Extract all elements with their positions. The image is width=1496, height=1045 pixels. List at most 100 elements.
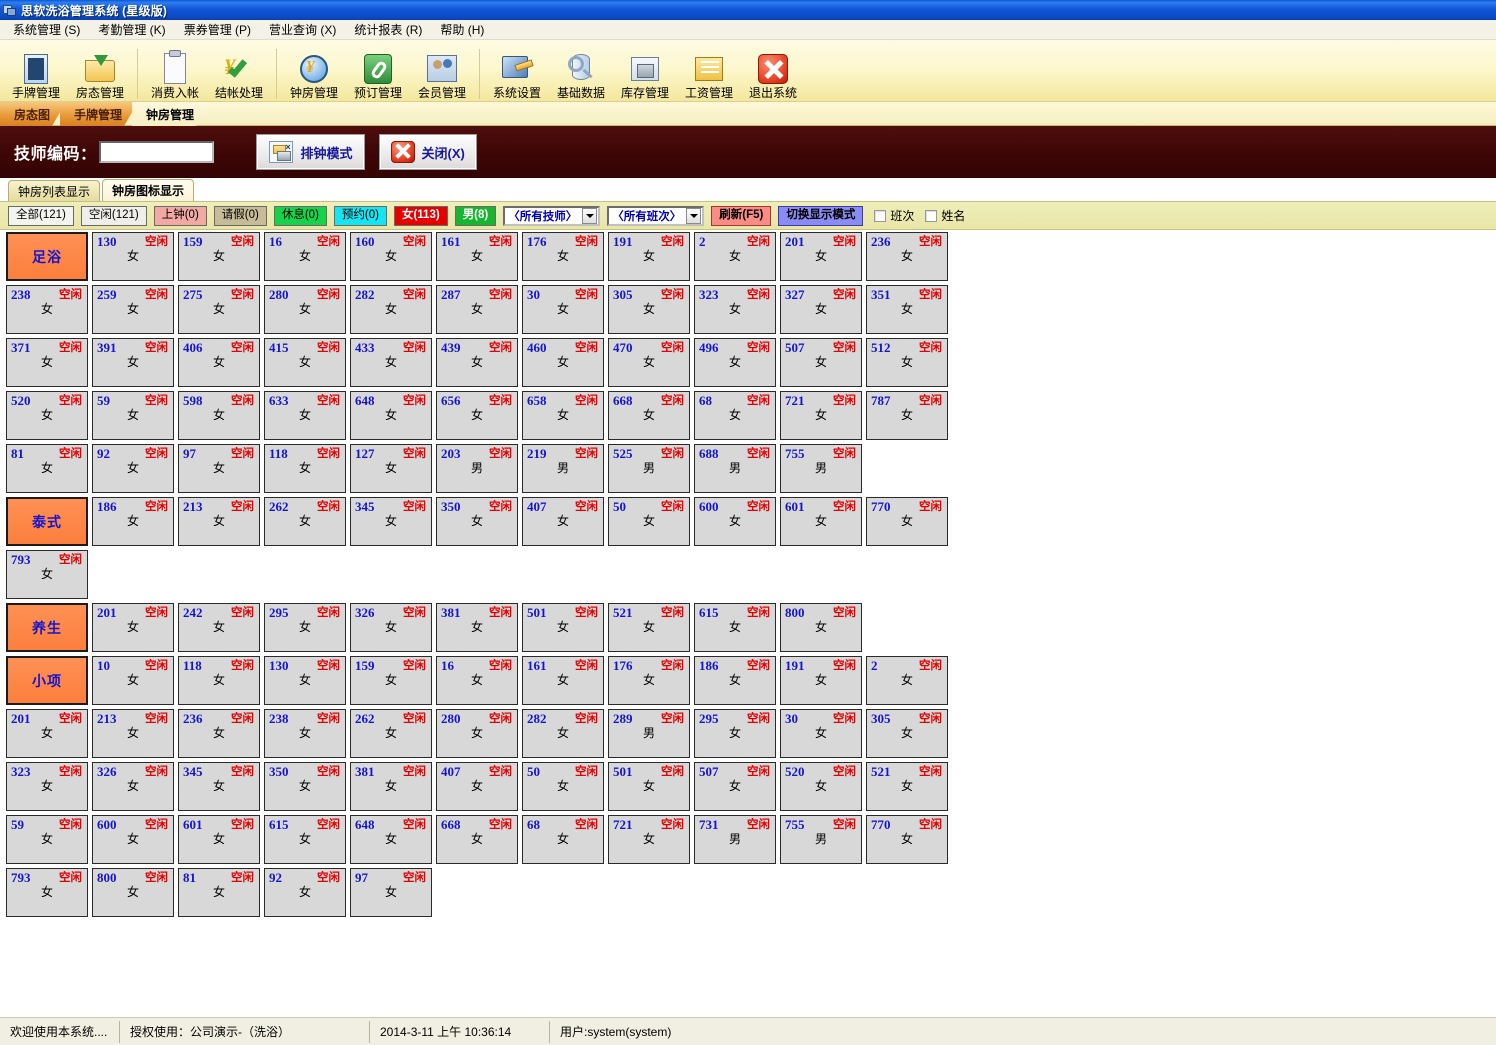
technician-card[interactable]: 236 空闲女: [866, 232, 948, 281]
technician-card[interactable]: 507 空闲女: [780, 338, 862, 387]
refresh-button[interactable]: 刷新(F5): [711, 205, 772, 226]
filter-button-all[interactable]: 全部(121): [8, 205, 74, 226]
filter-button-booked[interactable]: 预约(0): [333, 205, 387, 226]
category-header-小项[interactable]: 小项: [6, 656, 88, 705]
technician-card[interactable]: 289 空闲男: [608, 709, 690, 758]
technician-card[interactable]: 648 空闲女: [350, 391, 432, 440]
toggle-display-mode-button[interactable]: 切换显示模式: [778, 205, 864, 226]
technician-card[interactable]: 236 空闲女: [178, 709, 260, 758]
subtab-list-view[interactable]: 钟房列表显示: [8, 180, 101, 201]
technician-card[interactable]: 16 空闲女: [436, 656, 518, 705]
technician-card[interactable]: 391 空闲女: [92, 338, 174, 387]
menu-item-report[interactable]: 统计报表 (R): [345, 19, 431, 40]
technician-card[interactable]: 81 空闲女: [178, 868, 260, 917]
schedule-mode-button[interactable]: × 排钟模式: [255, 134, 365, 170]
technician-card[interactable]: 350 空闲女: [264, 762, 346, 811]
technician-code-input[interactable]: [98, 141, 214, 163]
filter-button-leave[interactable]: 请假(0): [213, 205, 267, 226]
technician-card[interactable]: 191 空闲女: [608, 232, 690, 281]
toolbar-button-consume-entry[interactable]: 消费入帐: [143, 43, 207, 101]
technician-card[interactable]: 2 空闲女: [866, 656, 948, 705]
technician-card[interactable]: 507 空闲女: [694, 762, 776, 811]
technician-card[interactable]: 648 空闲女: [350, 815, 432, 864]
technician-card[interactable]: 770 空闲女: [866, 497, 948, 546]
technician-card[interactable]: 668 空闲女: [608, 391, 690, 440]
technician-card[interactable]: 407 空闲女: [436, 762, 518, 811]
menu-item-system[interactable]: 系统管理 (S): [4, 19, 89, 40]
technician-card[interactable]: 50 空闲女: [608, 497, 690, 546]
filter-button-male[interactable]: 男(8): [454, 205, 497, 226]
technician-card[interactable]: 800 空闲女: [92, 868, 174, 917]
technician-card[interactable]: 97 空闲女: [178, 444, 260, 493]
tab-hand-card[interactable]: 手牌管理: [60, 102, 138, 126]
technician-card[interactable]: 280 空闲女: [264, 285, 346, 334]
technician-card[interactable]: 295 空闲女: [694, 709, 776, 758]
technician-card[interactable]: 601 空闲女: [780, 497, 862, 546]
close-button[interactable]: 关闭(X): [378, 134, 477, 170]
technician-card[interactable]: 439 空闲女: [436, 338, 518, 387]
technician-select[interactable]: 〈所有技师〉: [503, 205, 601, 226]
technician-card[interactable]: 305 空闲女: [608, 285, 690, 334]
toolbar-button-clock-room[interactable]: ¥ 钟房管理: [282, 43, 346, 101]
technician-card[interactable]: 176 空闲女: [522, 232, 604, 281]
tab-room-status[interactable]: 房态图: [0, 102, 66, 126]
technician-card[interactable]: 731 空闲男: [694, 815, 776, 864]
toolbar-button-reservation[interactable]: 预订管理: [346, 43, 410, 101]
technician-card[interactable]: 433 空闲女: [350, 338, 432, 387]
checkbox-shift[interactable]: 班次: [874, 207, 914, 224]
filter-button-rest[interactable]: 休息(0): [273, 205, 327, 226]
technician-card[interactable]: 30 空闲女: [780, 709, 862, 758]
technician-card[interactable]: 305 空闲女: [866, 709, 948, 758]
menu-item-ticket[interactable]: 票券管理 (P): [175, 19, 260, 40]
toolbar-button-inventory[interactable]: 库存管理: [613, 43, 677, 101]
technician-card[interactable]: 10 空闲女: [92, 656, 174, 705]
toolbar-button-system-settings[interactable]: 系统设置: [485, 43, 549, 101]
technician-card[interactable]: 721 空闲女: [608, 815, 690, 864]
technician-card[interactable]: 186 空闲女: [694, 656, 776, 705]
technician-card[interactable]: 287 空闲女: [436, 285, 518, 334]
checkbox-name[interactable]: 姓名: [925, 207, 965, 224]
technician-card[interactable]: 97 空闲女: [350, 868, 432, 917]
technician-card[interactable]: 371 空闲女: [6, 338, 88, 387]
technician-card[interactable]: 350 空闲女: [436, 497, 518, 546]
technician-card[interactable]: 793 空闲女: [6, 550, 88, 599]
technician-card[interactable]: 327 空闲女: [780, 285, 862, 334]
technician-card[interactable]: 280 空闲女: [436, 709, 518, 758]
technician-card[interactable]: 520 空闲女: [6, 391, 88, 440]
technician-card[interactable]: 50 空闲女: [522, 762, 604, 811]
technician-card[interactable]: 92 空闲女: [92, 444, 174, 493]
technician-card[interactable]: 118 空闲女: [264, 444, 346, 493]
technician-card[interactable]: 615 空闲女: [264, 815, 346, 864]
shift-select[interactable]: 〈所有班次〉: [607, 205, 705, 226]
category-header-泰式[interactable]: 泰式: [6, 497, 88, 546]
technician-card[interactable]: 81 空闲女: [6, 444, 88, 493]
technician-card[interactable]: 242 空闲女: [178, 603, 260, 652]
technician-card[interactable]: 59 空闲女: [6, 815, 88, 864]
technician-card[interactable]: 598 空闲女: [178, 391, 260, 440]
tab-clock-room[interactable]: 钟房管理: [132, 102, 210, 126]
technician-card[interactable]: 601 空闲女: [178, 815, 260, 864]
technician-card[interactable]: 2 空闲女: [694, 232, 776, 281]
technician-card[interactable]: 521 空闲女: [866, 762, 948, 811]
technician-card[interactable]: 191 空闲女: [780, 656, 862, 705]
technician-card[interactable]: 501 空闲女: [522, 603, 604, 652]
technician-card[interactable]: 525 空闲男: [608, 444, 690, 493]
technician-card[interactable]: 201 空闲女: [92, 603, 174, 652]
technician-card[interactable]: 213 空闲女: [178, 497, 260, 546]
technician-card[interactable]: 496 空闲女: [694, 338, 776, 387]
filter-button-working[interactable]: 上钟(0): [153, 205, 207, 226]
toolbar-button-base-data[interactable]: 基础数据: [549, 43, 613, 101]
subtab-icon-view[interactable]: 钟房图标显示: [102, 179, 195, 201]
toolbar-button-exit[interactable]: 退出系统: [741, 43, 805, 101]
technician-card[interactable]: 326 空闲女: [92, 762, 174, 811]
chevron-down-icon[interactable]: [686, 207, 702, 224]
technician-card[interactable]: 118 空闲女: [178, 656, 260, 705]
technician-card[interactable]: 658 空闲女: [522, 391, 604, 440]
filter-button-female[interactable]: 女(113): [393, 205, 448, 226]
technician-card[interactable]: 59 空闲女: [92, 391, 174, 440]
technician-card[interactable]: 800 空闲女: [780, 603, 862, 652]
filter-button-free[interactable]: 空闲(121): [80, 205, 147, 226]
technician-card[interactable]: 219 空闲男: [522, 444, 604, 493]
technician-card[interactable]: 262 空闲女: [350, 709, 432, 758]
technician-card[interactable]: 201 空闲女: [6, 709, 88, 758]
